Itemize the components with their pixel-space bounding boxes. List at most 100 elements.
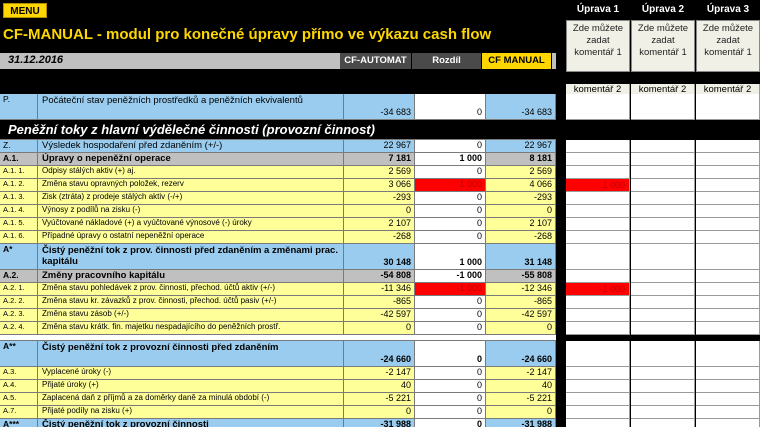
adjustment-input-cell[interactable]: [696, 244, 760, 270]
adjustment-input-cell[interactable]: [566, 205, 630, 218]
adjustment-input-cell[interactable]: [631, 406, 695, 419]
adjustment-input-cell[interactable]: [631, 419, 695, 427]
adjustment-comment-cell[interactable]: Zde můžete zadat komentář 1: [631, 20, 695, 72]
adjustment-comment-cell[interactable]: Zde můžete zadat komentář 1: [566, 20, 630, 72]
adjustment-input-cell[interactable]: [566, 192, 630, 205]
row-label: Úpravy o nepeněžní operace: [38, 153, 344, 165]
manual-value[interactable]: -2 147: [486, 367, 556, 379]
adjustment-input-cell[interactable]: [696, 309, 760, 322]
adjustment-input-cell[interactable]: [566, 218, 630, 231]
row-code: A.2. 3.: [0, 309, 38, 321]
row-label: Přijaté úroky (+): [38, 380, 344, 392]
automat-value: 0: [344, 205, 415, 217]
adjustment-input-cell[interactable]: [631, 218, 695, 231]
adjustment-input-cell[interactable]: [631, 341, 695, 367]
automat-value: -34 683: [344, 94, 415, 119]
adjustment-input-cell[interactable]: [631, 380, 695, 393]
adjustment-input-cell[interactable]: [696, 140, 760, 153]
adjustment-input-cell[interactable]: [631, 309, 695, 322]
manual-value[interactable]: 2 569: [486, 166, 556, 178]
adjustment-input-cell[interactable]: [631, 367, 695, 380]
adjustment-input-cell[interactable]: [696, 367, 760, 380]
adjustment-comment-cell[interactable]: Zde můžete zadat komentář 1: [696, 20, 760, 72]
adjustment-input-cell[interactable]: [566, 231, 630, 244]
adjustment-input-cell[interactable]: [631, 322, 695, 335]
adjustment-input-cell[interactable]: [631, 179, 695, 192]
adjustment-input-cell[interactable]: [566, 309, 630, 322]
manual-value[interactable]: -42 597: [486, 309, 556, 321]
adjustment-input-cell[interactable]: [566, 166, 630, 179]
adjustment-input-cell[interactable]: [566, 367, 630, 380]
adjustment-input-cell[interactable]: [631, 244, 695, 270]
manual-value[interactable]: 4 066: [486, 179, 556, 191]
adjustment-input-cell[interactable]: [631, 205, 695, 218]
adjustment-input-cell[interactable]: [631, 94, 695, 120]
adjustment-input-cell[interactable]: [696, 283, 760, 296]
adjustment-input-cell[interactable]: [696, 218, 760, 231]
manual-value[interactable]: 0: [486, 406, 556, 418]
manual-value[interactable]: 40: [486, 380, 556, 392]
adjustment-input-cell[interactable]: [566, 94, 630, 120]
adjustment-input-cell[interactable]: [566, 341, 630, 367]
adjustment-input-cell[interactable]: [696, 419, 760, 427]
adjustment-input-cell[interactable]: [631, 270, 695, 283]
automat-value: 40: [344, 380, 415, 392]
adjustment-input-cell[interactable]: [566, 406, 630, 419]
adjustment-input-cell[interactable]: 1 000: [566, 179, 630, 192]
adjustment-input-cell[interactable]: [566, 296, 630, 309]
adjustment-input-cell[interactable]: -1 000: [566, 283, 630, 296]
adjustment-input-cell[interactable]: [631, 140, 695, 153]
manual-value[interactable]: 2 107: [486, 218, 556, 230]
menu-button[interactable]: MENU: [3, 3, 47, 18]
adjustment-input-cell[interactable]: [696, 231, 760, 244]
adjustment-input-cell[interactable]: [696, 406, 760, 419]
adjustment-input-cell[interactable]: [566, 244, 630, 270]
adjustment-input-cell[interactable]: [631, 153, 695, 166]
adjustment-input-cell[interactable]: [696, 205, 760, 218]
tab-cf-automat[interactable]: CF-AUTOMAT: [340, 53, 412, 69]
manual-value[interactable]: -34 683: [486, 94, 556, 119]
adjustment-input-cell[interactable]: [696, 341, 760, 367]
table-row: A.1. 1. Odpisy stálých aktiv (+) aj. 2 569…: [0, 166, 556, 179]
adjustment-input-cell[interactable]: [566, 322, 630, 335]
adjustment-input-cell[interactable]: [631, 393, 695, 406]
manual-value[interactable]: -865: [486, 296, 556, 308]
adjustment-input-cell[interactable]: [696, 296, 760, 309]
manual-value[interactable]: -5 221: [486, 393, 556, 405]
adjustment-input-cell[interactable]: [566, 419, 630, 427]
manual-value[interactable]: 22 967: [486, 140, 556, 152]
adjustment-input-cell[interactable]: [696, 380, 760, 393]
manual-value[interactable]: -24 660: [486, 341, 556, 366]
adjustment-input-cell[interactable]: [696, 166, 760, 179]
tab-rozdil[interactable]: Rozdíl: [412, 53, 482, 69]
manual-value[interactable]: -55 808: [486, 270, 556, 282]
manual-value[interactable]: -268: [486, 231, 556, 243]
adjustment-input-cell[interactable]: [566, 140, 630, 153]
adjustment-input-cell[interactable]: [631, 283, 695, 296]
adjustment-input-cell[interactable]: [696, 322, 760, 335]
adjustment-input-cell[interactable]: [566, 380, 630, 393]
adjustment-input-cell[interactable]: [566, 393, 630, 406]
manual-value[interactable]: 0: [486, 205, 556, 217]
adjustment-input-cell[interactable]: [631, 296, 695, 309]
manual-value[interactable]: -31 988: [486, 419, 556, 427]
adjustment-input-cell[interactable]: [566, 153, 630, 166]
adjustment-input-cell[interactable]: [566, 270, 630, 283]
adjustment-input-cell[interactable]: [696, 393, 760, 406]
automat-value: 7 181: [344, 153, 415, 165]
manual-value[interactable]: 31 148: [486, 244, 556, 269]
tab-cf-manual[interactable]: CF MANUAL: [482, 53, 552, 69]
adjustment-input-cell[interactable]: [696, 192, 760, 205]
adjustment-input-cell[interactable]: [696, 270, 760, 283]
adjustment-input-cell[interactable]: [696, 179, 760, 192]
manual-value[interactable]: 0: [486, 322, 556, 334]
adjustment-input-cell[interactable]: [696, 153, 760, 166]
adjustment-input-cell[interactable]: [696, 94, 760, 120]
adjustment-input-cell[interactable]: [631, 231, 695, 244]
manual-value[interactable]: -12 346: [486, 283, 556, 295]
manual-value[interactable]: -293: [486, 192, 556, 204]
adjustment-input-cell[interactable]: [631, 166, 695, 179]
table-row: P. Počáteční stav peněžních prostředků a …: [0, 94, 556, 120]
adjustment-input-cell[interactable]: [631, 192, 695, 205]
manual-value[interactable]: 8 181: [486, 153, 556, 165]
